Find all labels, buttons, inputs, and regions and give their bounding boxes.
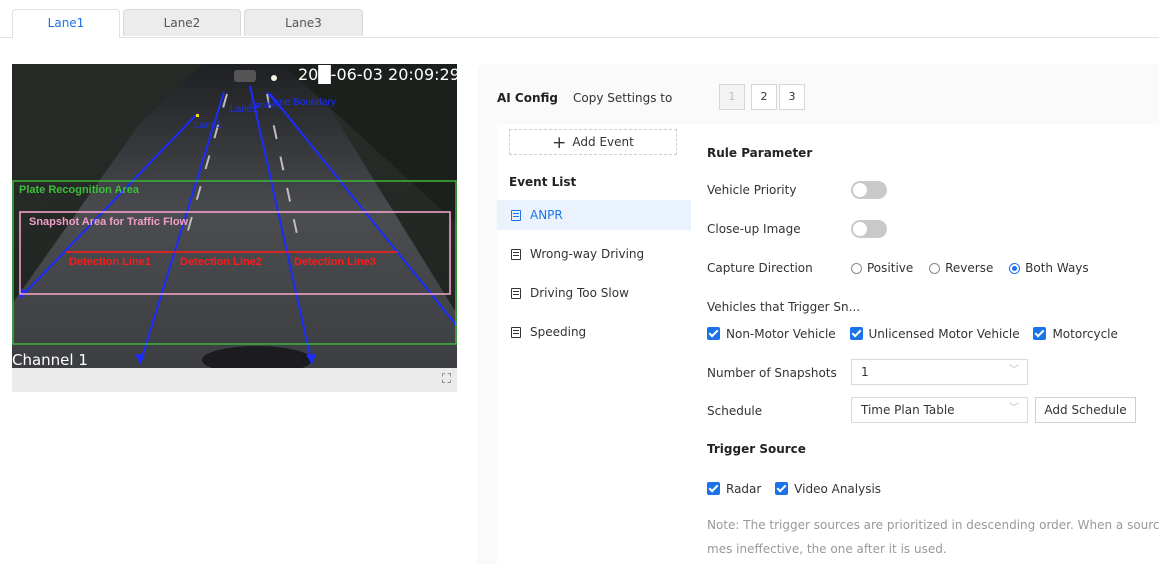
- radio-reverse[interactable]: Reverse: [929, 261, 993, 275]
- plus-icon: +: [552, 133, 567, 153]
- copy-to-lane-1-button[interactable]: 1: [719, 84, 745, 110]
- headlight: [271, 75, 277, 81]
- checkbox-radar[interactable]: Radar: [707, 482, 761, 496]
- lane-point: [196, 114, 199, 117]
- event-item-label: Driving Too Slow: [530, 286, 629, 300]
- lane-tabs: Lane1 Lane2 Lane3: [0, 0, 1159, 38]
- video-toolbar: ⛶: [12, 368, 457, 392]
- ai-config-title: AI Config: [497, 91, 559, 105]
- closeup-image-toggle[interactable]: [851, 220, 887, 238]
- event-item-anpr[interactable]: ANPR: [497, 200, 691, 230]
- event-list-title: Event List: [509, 175, 577, 189]
- capture-direction-label: Capture Direction: [707, 261, 813, 275]
- trigger-source-checkbox-row: Radar Video Analysis: [707, 482, 891, 496]
- osd-timestamp: 20█-06-03 20:09:29: [298, 64, 457, 84]
- video-scene: Lane1 Lane2 Lane3 Lane Boundary Plate Re…: [12, 64, 457, 368]
- trigger-note-line1: Note: The trigger sources are prioritize…: [707, 518, 1159, 532]
- copy-settings-label: Copy Settings to: [573, 91, 673, 105]
- lane-boundary-label: Lane Boundary: [268, 97, 336, 108]
- add-schedule-button[interactable]: Add Schedule: [1035, 397, 1136, 423]
- snapshot-area-label: Snapshot Area for Traffic Flow: [29, 216, 189, 228]
- checkbox-label: Video Analysis: [794, 482, 882, 496]
- osd-channel: Channel 1: [12, 351, 88, 368]
- radio-selected-icon: [1009, 263, 1021, 274]
- trigger-note-line2: mes ineffective, the one after it is use…: [707, 542, 947, 556]
- snapshots-label: Number of Snapshots: [707, 366, 837, 380]
- checkbox-label: Unlicensed Motor Vehicle: [868, 327, 1020, 341]
- document-icon: [511, 288, 521, 299]
- tab-lane1[interactable]: Lane1: [12, 9, 120, 38]
- checkbox-checked-icon: [707, 327, 720, 340]
- rule-parameter-content: Rule Parameter Vehicle Priority Close-up…: [691, 124, 1159, 574]
- checkbox-motorcycle[interactable]: Motorcycle: [1033, 327, 1118, 341]
- checkbox-video-analysis[interactable]: Video Analysis: [775, 482, 881, 496]
- schedule-value: Time Plan Table: [861, 403, 955, 417]
- radio-positive[interactable]: Positive: [851, 261, 913, 275]
- tab-lane2[interactable]: Lane2: [123, 9, 241, 36]
- radio-circle-icon: [929, 263, 941, 274]
- vehicles-trigger-label: Vehicles that Trigger Sn...: [707, 300, 861, 314]
- add-event-button[interactable]: + Add Event: [509, 129, 677, 155]
- radio-label: Positive: [867, 261, 914, 275]
- chevron-down-icon: ﹀: [1009, 365, 1019, 376]
- schedule-select[interactable]: Time Plan Table ﹀: [851, 397, 1028, 423]
- radio-circle-icon: [851, 263, 862, 274]
- event-item-speeding[interactable]: Speeding: [497, 317, 691, 347]
- copy-to-lane-3-button[interactable]: 3: [779, 84, 805, 110]
- chevron-down-icon: ﹀: [1009, 403, 1019, 414]
- add-event-label: Add Event: [572, 135, 634, 149]
- detection-line-2-label: Detection Line2: [180, 256, 262, 268]
- radio-both-ways[interactable]: Both Ways: [1009, 261, 1089, 275]
- checkbox-non-motor-vehicle[interactable]: Non-Motor Vehicle: [707, 327, 836, 341]
- event-item-label: ANPR: [530, 208, 563, 222]
- radio-label: Reverse: [945, 261, 994, 275]
- vehicles-checkbox-row: Non-Motor Vehicle Unlicensed Motor Vehic…: [707, 327, 1128, 341]
- checkbox-checked-icon: [849, 327, 863, 340]
- rule-parameter-title: Rule Parameter: [707, 146, 813, 160]
- capture-direction-radio-group: Positive Reverse Both Ways: [851, 261, 1101, 275]
- car: [234, 70, 256, 82]
- checkbox-unlicensed-motor-vehicle[interactable]: Unlicensed Motor Vehicle: [849, 327, 1020, 341]
- event-sidebar: + Add Event Event List ANPR Wrong-way Dri…: [497, 124, 692, 574]
- closeup-image-label: Close-up Image: [707, 222, 801, 236]
- event-item-wrong-way-driving[interactable]: Wrong-way Driving: [497, 239, 691, 269]
- schedule-label: Schedule: [707, 404, 763, 418]
- snapshots-value: 1: [861, 365, 869, 379]
- vehicle-priority-label: Vehicle Priority: [707, 183, 797, 197]
- checkbox-checked-icon: [775, 482, 789, 495]
- checkbox-label: Motorcycle: [1052, 327, 1118, 341]
- document-icon: [511, 210, 521, 221]
- checkbox-label: Radar: [726, 482, 762, 496]
- copy-to-lane-2-button[interactable]: 2: [751, 84, 777, 110]
- document-icon: [511, 327, 521, 338]
- trigger-note: Note: The trigger sources are prioritize…: [707, 513, 1159, 561]
- event-item-driving-too-slow[interactable]: Driving Too Slow: [497, 278, 691, 308]
- plate-area-label: Plate Recognition Area: [19, 184, 140, 196]
- event-item-label: Wrong-way Driving: [530, 247, 645, 261]
- ai-config-panel: AI Config Copy Settings to 1 2 3 + Add Ev…: [477, 64, 1159, 574]
- trigger-source-title: Trigger Source: [707, 442, 806, 456]
- checkbox-checked-icon: [707, 482, 720, 495]
- document-icon: [511, 249, 521, 260]
- detection-line-3-label: Detection Line3: [294, 256, 376, 268]
- vehicle-priority-toggle[interactable]: [851, 181, 887, 199]
- checkbox-label: Non-Motor Vehicle: [726, 327, 836, 341]
- snapshots-select[interactable]: 1 ﹀: [851, 359, 1028, 385]
- detection-line-1-label: Detection Line1: [69, 256, 151, 268]
- video-preview[interactable]: Lane1 Lane2 Lane3 Lane Boundary Plate Re…: [12, 64, 457, 368]
- radio-label: Both Ways: [1025, 261, 1089, 275]
- tab-lane3[interactable]: Lane3: [244, 9, 363, 36]
- event-item-label: Speeding: [530, 325, 587, 339]
- lane-label-1: Lane1: [194, 120, 222, 131]
- fullscreen-icon[interactable]: ⛶: [442, 372, 451, 387]
- checkbox-checked-icon: [1033, 327, 1047, 340]
